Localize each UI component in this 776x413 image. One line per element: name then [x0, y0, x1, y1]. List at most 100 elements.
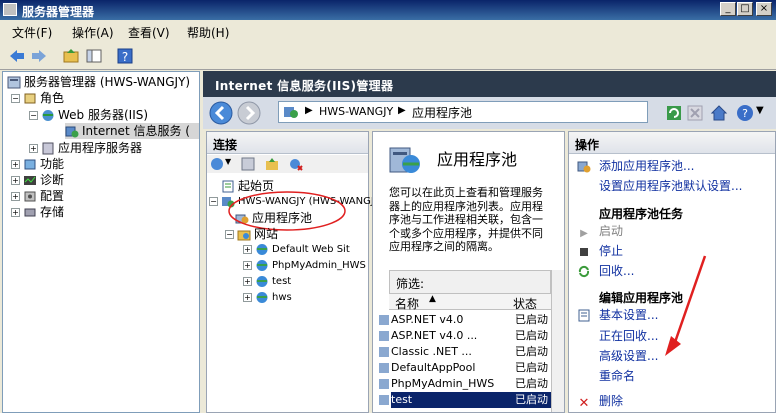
web-server-icon — [42, 110, 54, 121]
stop-icon[interactable] — [687, 105, 703, 121]
tree-iis-manager[interactable]: Internet 信息服务 ( — [65, 123, 199, 139]
list-header: 名称 ▲ 状态 — [389, 294, 551, 312]
tree-web-server[interactable]: − Web 服务器(IIS) — [29, 107, 148, 123]
conn-sites[interactable]: − 网站 — [225, 226, 278, 242]
pool-status: 已启动 — [515, 345, 548, 358]
nav-forward-icon[interactable] — [237, 101, 261, 125]
connect-dropdown-icon[interactable]: ▼ — [225, 157, 231, 166]
breadcrumb-server[interactable]: HWS-WANGJY — [319, 105, 393, 118]
tree-storage[interactable]: + 存储 — [11, 204, 64, 220]
pool-row[interactable]: ASP.NET v4.0 已启动 — [391, 312, 551, 328]
back-arrow-icon[interactable] — [8, 47, 26, 65]
help-icon[interactable]: ? — [736, 104, 754, 122]
svg-text:?: ? — [742, 107, 748, 120]
tree-config-label: 配置 — [40, 189, 65, 203]
save-icon[interactable] — [241, 157, 255, 171]
play-icon: ▶ — [580, 228, 588, 239]
filter-bar[interactable]: 筛选: — [389, 270, 551, 294]
tree-web-server-label: Web 服务器(IIS) — [58, 108, 149, 122]
tree-app-server[interactable]: + 应用程序服务器 — [29, 140, 142, 156]
collapse-icon[interactable]: − — [11, 94, 20, 103]
expand-icon[interactable]: + — [11, 192, 20, 201]
tree-storage-label: 存储 — [40, 205, 65, 219]
stop-action[interactable]: 停止 — [577, 243, 623, 260]
pool-name: test — [391, 393, 413, 406]
rename-link[interactable]: 重命名 — [599, 368, 635, 385]
home-icon[interactable] — [710, 104, 728, 122]
expand-icon[interactable]: + — [243, 260, 252, 270]
up-icon[interactable] — [265, 157, 279, 171]
maximize-button[interactable]: □ — [737, 2, 753, 16]
close-button[interactable]: × — [756, 2, 772, 16]
tree-roles[interactable]: − 角色 — [11, 90, 64, 106]
expand-icon[interactable]: + — [243, 276, 252, 286]
conn-sites-label: 网站 — [254, 227, 279, 241]
tree-root[interactable]: 服务器管理器 (HWS-WANGJY) — [7, 74, 190, 90]
pool-row[interactable]: PhpMyAdmin_HWS 已启动 — [391, 376, 551, 392]
svg-text:?: ? — [122, 50, 128, 64]
window-title: 服务器管理器 — [22, 5, 95, 19]
tree-app-server-label: 应用程序服务器 — [58, 141, 143, 155]
pool-status: 已启动 — [515, 393, 548, 406]
expand-icon[interactable]: + — [11, 160, 20, 169]
menu-bar: 文件(F) 操作(A) 查看(V) 帮助(H) — [0, 20, 776, 42]
connections-toolbar: ▼ — [207, 155, 368, 173]
pool-row[interactable]: Classic .NET ... 已启动 — [391, 344, 551, 360]
col-status-header[interactable]: 状态 — [513, 295, 537, 312]
expand-icon[interactable]: + — [11, 208, 20, 217]
expand-icon[interactable]: + — [29, 144, 38, 153]
iis-manager-header: Internet 信息服务(IIS)管理器 — [203, 71, 776, 97]
pool-name: DefaultAppPool — [391, 361, 476, 374]
set-defaults-link[interactable]: 设置应用程序池默认设置... — [599, 178, 742, 195]
show-hide-tree-icon[interactable] — [85, 47, 103, 65]
delete-action[interactable]: ✕ 删除 — [577, 393, 623, 411]
iis-icon — [65, 126, 79, 138]
globe-icon — [256, 291, 268, 303]
help-dropdown-icon[interactable]: ▼ — [756, 105, 764, 116]
disconnect-icon[interactable] — [289, 157, 303, 171]
pool-row[interactable]: ASP.NET v4.0 ... 已启动 — [391, 328, 551, 344]
expand-icon[interactable]: + — [243, 244, 252, 254]
roles-icon — [24, 93, 36, 104]
scrollbar[interactable] — [551, 270, 564, 412]
expand-icon[interactable]: + — [243, 292, 252, 302]
menu-action[interactable]: 操作(A) — [72, 24, 114, 41]
menu-view[interactable]: 查看(V) — [128, 24, 170, 41]
minimize-button[interactable]: _ — [720, 2, 736, 16]
forward-arrow-icon[interactable] — [30, 47, 48, 65]
pool-row[interactable]: DefaultAppPool 已启动 — [391, 360, 551, 376]
breadcrumb-page[interactable]: 应用程序池 — [412, 104, 472, 121]
basic-settings-action[interactable]: 基本设置... — [577, 307, 658, 324]
collapse-icon[interactable]: − — [225, 230, 234, 239]
tree-features[interactable]: + 功能 — [11, 156, 64, 172]
conn-site-item[interactable]: + hws — [243, 290, 292, 306]
conn-site-item[interactable]: + PhpMyAdmin_HWS — [243, 258, 366, 274]
app-pool-icon — [379, 395, 389, 405]
menu-file[interactable]: 文件(F) — [12, 24, 52, 41]
expand-icon[interactable]: + — [11, 176, 20, 185]
collapse-icon[interactable]: − — [209, 196, 218, 206]
app-pool-icon — [379, 363, 389, 373]
tree-diagnostics[interactable]: + 诊断 — [11, 172, 64, 188]
advanced-settings-link[interactable]: 高级设置... — [599, 348, 658, 365]
pool-status: 已启动 — [515, 361, 548, 374]
pool-name: Classic .NET ... — [391, 345, 472, 358]
add-app-pool-link[interactable]: 添加应用程序池... — [577, 158, 694, 175]
tree-config[interactable]: + 配置 — [11, 188, 64, 204]
col-name-header[interactable]: 名称 — [395, 295, 419, 312]
start-action[interactable]: ▶ 启动 — [577, 223, 623, 240]
conn-site-item[interactable]: + test — [243, 274, 291, 290]
menu-help[interactable]: 帮助(H) — [187, 24, 229, 41]
collapse-icon[interactable]: − — [29, 111, 38, 120]
connect-icon[interactable] — [210, 157, 224, 171]
recycle-action[interactable]: 回收... — [577, 263, 634, 280]
recycling-link[interactable]: 正在回收... — [599, 328, 658, 345]
tree-root-label: 服务器管理器 (HWS-WANGJY) — [24, 75, 191, 89]
conn-site-item[interactable]: + Default Web Sit — [243, 242, 350, 258]
help-icon[interactable]: ? — [116, 47, 134, 65]
pool-row-selected[interactable]: test 已启动 — [391, 392, 551, 408]
nav-back-icon[interactable] — [209, 101, 233, 125]
address-bar[interactable]: ▶ HWS-WANGJY ▶ 应用程序池 — [278, 101, 648, 123]
refresh-icon[interactable] — [666, 105, 682, 121]
up-folder-icon[interactable] — [62, 47, 80, 65]
